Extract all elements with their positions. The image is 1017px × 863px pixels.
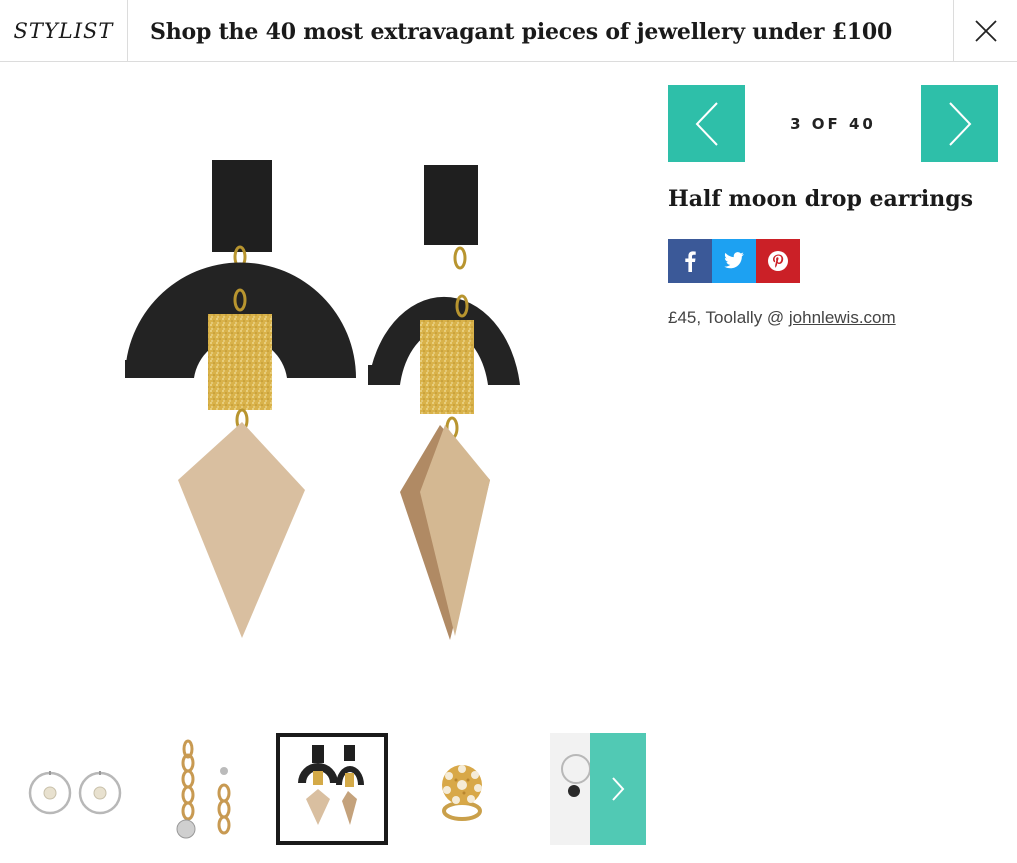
item-price-source: £45, Toolally @ johnlewis.com: [668, 308, 896, 328]
item-title: Half moon drop earrings: [668, 186, 974, 212]
chevron-right-icon: [612, 777, 625, 801]
chevron-right-icon: [948, 101, 971, 146]
thumbnail-4[interactable]: [406, 733, 518, 845]
next-button[interactable]: [921, 85, 998, 162]
half-moon-earrings-thumbnail: [298, 745, 364, 825]
twitter-icon: [724, 252, 744, 269]
pinterest-share-button[interactable]: [756, 239, 800, 283]
thumbnail-1[interactable]: [18, 733, 130, 845]
thumbnails-next-button[interactable]: [590, 733, 646, 845]
stylist-logo[interactable]: STYLIST: [0, 0, 128, 62]
hoop-earrings-thumbnail: [28, 771, 122, 815]
previous-button[interactable]: [668, 85, 745, 162]
facebook-share-button[interactable]: [668, 239, 712, 283]
pinterest-icon: [768, 251, 788, 271]
thumbnail-3-active[interactable]: [276, 733, 388, 845]
retailer-link[interactable]: johnlewis.com: [789, 308, 896, 327]
right-earring: [368, 165, 520, 640]
share-buttons: [668, 239, 800, 283]
thumbnail-2[interactable]: [148, 733, 260, 845]
page-title: Shop the 40 most extravagant pieces of j…: [150, 19, 893, 45]
chevron-left-icon: [695, 101, 718, 146]
chain-earrings-thumbnail: [176, 739, 231, 839]
twitter-share-button[interactable]: [712, 239, 756, 283]
close-icon: [974, 20, 997, 42]
facebook-icon: [685, 251, 696, 272]
thumbnail-strip: [0, 733, 648, 847]
slide-counter: 3 OF 40: [790, 114, 876, 133]
header-bar: STYLIST Shop the 40 most extravagant pie…: [0, 0, 1017, 62]
main-product-image: [0, 63, 648, 723]
price-text: £45, Toolally @: [668, 308, 789, 327]
left-earring: [125, 160, 356, 638]
close-button[interactable]: [953, 0, 1017, 62]
flower-ring-thumbnail: [442, 765, 482, 821]
